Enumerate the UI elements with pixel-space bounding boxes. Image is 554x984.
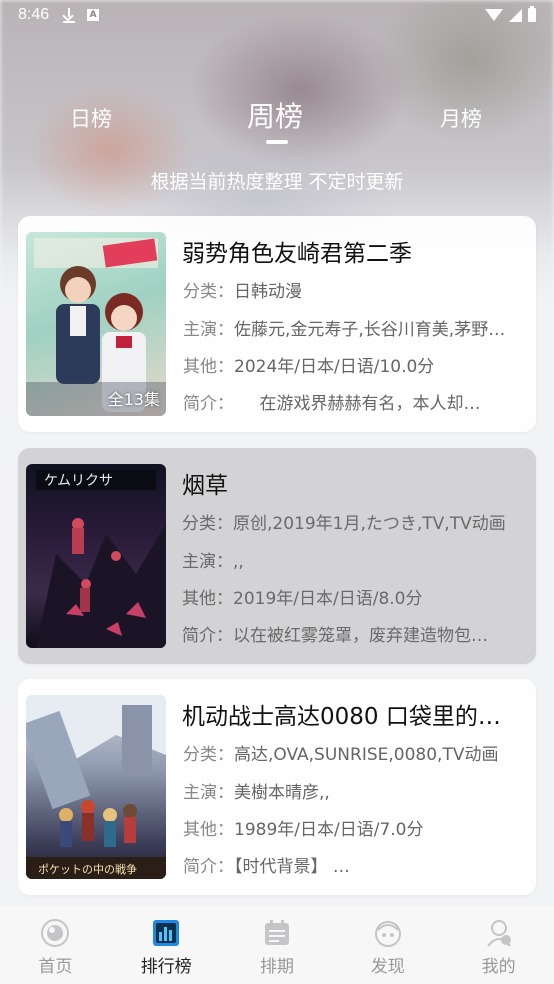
wifi-icon: [485, 9, 503, 21]
episode-badge: 全13集: [107, 390, 160, 409]
nav-label: 首页: [38, 957, 73, 977]
svg-text:ケムリクサ: ケムリクサ: [44, 473, 113, 489]
cast-row: 主演：,,: [182, 547, 522, 572]
keyboard-a-icon: A: [87, 9, 100, 21]
other-row: 其他：2019年/日本/日语/8.0分: [182, 584, 522, 609]
home-icon: [41, 919, 70, 947]
list-item[interactable]: ケムリクサ 烟草 分类：原创,2019年1月,たつき,TV,TV动画 主演：,,…: [18, 448, 536, 664]
anime-title: 机动战士高达0080 口袋里的…: [182, 704, 501, 730]
cast-label: 主演：: [183, 783, 234, 803]
other-value: 1989年/日本/日语/7.0分: [234, 820, 424, 840]
category-row: 分类：原创,2019年1月,たつき,TV,TV动画: [182, 509, 522, 534]
cast-label: 主演：: [183, 320, 234, 340]
tab-week[interactable]: 周榜: [247, 95, 303, 135]
other-label: 其他：: [183, 357, 234, 377]
intro-value: 在游戏界赫赫有名，本人却…: [225, 394, 481, 414]
discover-icon: [374, 921, 401, 947]
bottom-nav: 首页 排行榜 排期 发现 我的: [0, 906, 554, 984]
nav-label: 我的: [481, 957, 516, 977]
category-row: 分类：日韩动漫: [183, 277, 523, 302]
ranking-tabs: 日榜 周榜 月榜: [0, 95, 554, 145]
nav-schedule[interactable]: 排期: [222, 906, 333, 984]
nav-profile[interactable]: 我的: [443, 906, 554, 984]
profile-icon: [486, 920, 511, 947]
signal-icon: [509, 8, 522, 22]
ranking-subtitle: 根据当前热度整理 不定时更新: [150, 171, 404, 193]
category-value: 原创,2019年1月,たつき,TV,TV动画: [233, 514, 506, 534]
other-label: 其他：: [183, 820, 234, 840]
nav-label: 排行榜: [140, 957, 192, 977]
status-time: 8:46: [18, 6, 50, 23]
category-label: 分类：: [182, 514, 233, 534]
tab-day[interactable]: 日榜: [70, 103, 112, 133]
intro-label: 简介：: [183, 394, 226, 414]
battery-icon: [528, 6, 536, 22]
cast-row: 主演：佐藤元,金元寿子,长谷川育美,茅野…: [183, 315, 523, 340]
cover-art: ケムリクサ: [36, 470, 166, 648]
intro-row: 简介：【时代背景】 …: [183, 852, 523, 877]
cast-value: 美樹本晴彦,,: [234, 783, 330, 803]
nav-home[interactable]: 首页: [0, 906, 111, 984]
cover-art: ポケットの中の戦争: [26, 695, 166, 879]
download-icon: [63, 8, 76, 23]
cover-image: 全13集: [26, 232, 166, 416]
intro-label: 简介：: [183, 857, 234, 877]
anime-title: 弱势角色友崎君第二季: [182, 241, 412, 267]
other-value: 2019年/日本/日语/8.0分: [233, 589, 423, 609]
intro-row: 简介： 在游戏界赫赫有名，本人却…: [183, 389, 523, 414]
other-label: 其他：: [182, 589, 233, 609]
intro-label: 简介：: [182, 626, 233, 646]
intro-value: 以在被红雾笼罩，废弃建造物包…: [233, 626, 488, 646]
tab-month[interactable]: 月榜: [440, 103, 482, 133]
cover-image: ポケットの中の戦争: [26, 695, 166, 879]
svg-text:ポケットの中の戦争: ポケットの中の戦争: [38, 862, 137, 876]
cast-value: ,,: [233, 552, 244, 572]
list-item[interactable]: 全13集 弱势角色友崎君第二季 分类：日韩动漫 主演：佐藤元,金元寿子,长谷川育…: [18, 216, 536, 432]
cast-value: 佐藤元,金元寿子,长谷川育美,茅野…: [234, 320, 506, 340]
category-row: 分类：高达,OVA,SUNRISE,0080,TV动画: [183, 740, 523, 765]
list-item[interactable]: ポケットの中の戦争 机动战士高达0080 口袋里的… 分类：高达,OVA,SUN…: [18, 679, 536, 895]
tab-indicator: [266, 140, 288, 144]
nav-discover[interactable]: 发现: [332, 906, 443, 984]
cast-row: 主演：美樹本晴彦,,: [183, 778, 523, 803]
nav-label: 发现: [370, 957, 405, 977]
cover-image: ケムリクサ: [26, 464, 166, 648]
cast-label: 主演：: [182, 552, 233, 572]
category-value: 高达,OVA,SUNRISE,0080,TV动画: [234, 745, 499, 765]
other-value: 2024年/日本/日语/10.0分: [234, 357, 435, 377]
category-value: 日韩动漫: [234, 282, 302, 302]
nav-label: 排期: [259, 957, 294, 977]
nav-ranking[interactable]: 排行榜: [111, 906, 222, 984]
ranking-icon: [153, 920, 180, 946]
calendar-icon: [264, 920, 289, 945]
other-row: 其他：2024年/日本/日语/10.0分: [183, 352, 523, 377]
category-label: 分类：: [183, 745, 234, 765]
intro-row: 简介：以在被红雾笼罩，废弃建造物包…: [182, 621, 522, 646]
anime-title: 烟草: [182, 473, 228, 499]
other-row: 其他：1989年/日本/日语/7.0分: [183, 815, 523, 840]
category-label: 分类：: [183, 282, 234, 302]
intro-value: 【时代背景】 …: [234, 857, 350, 877]
status-bar: 8:46 A: [0, 0, 554, 30]
